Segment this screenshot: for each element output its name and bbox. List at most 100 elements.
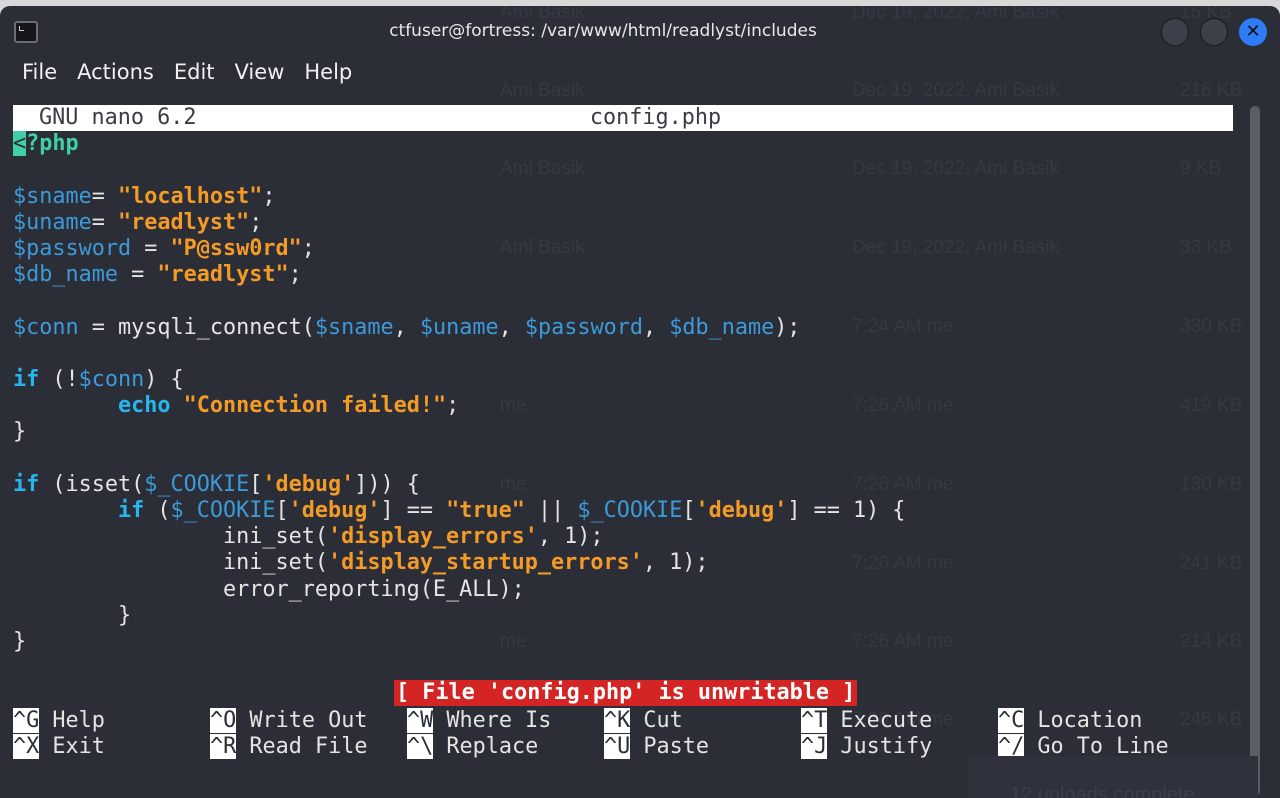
title-bar: ctfuser@fortress: /var/www/html/readlyst…: [0, 6, 1280, 56]
background-file-cell: Dec 19, 2022, Ami Basik: [852, 80, 1059, 101]
code-token: ;: [262, 183, 276, 209]
shortcut-label: Read File: [249, 733, 368, 759]
code-token: $conn: [13, 314, 79, 340]
code-token: =: [91, 183, 118, 209]
code-token: "readlyst": [118, 209, 250, 235]
scrollbar[interactable]: [1250, 106, 1260, 796]
code-token: $_COOKIE: [170, 498, 276, 523]
uploads-toast: 12 uploads complete: [968, 756, 1258, 798]
code-token: =: [117, 262, 158, 288]
code-token: "P@ssw0rd": [170, 236, 302, 261]
terminal-window: Ami Basik Dec 19, 2022, Ami Basik 15 KB Ami…: [0, 6, 1280, 798]
shortcut-label: Execute: [840, 707, 933, 733]
shortcut-where-is[interactable]: ^W Where Is: [407, 707, 552, 734]
code-line: echo "Connection failed!";: [13, 393, 459, 419]
code-token: echo: [117, 393, 171, 419]
code-line: $db_name = "readlyst";: [13, 262, 302, 288]
minimize-button[interactable]: [1161, 18, 1189, 46]
code-token: ,: [393, 314, 420, 340]
shortcut-label: Exit: [52, 733, 105, 759]
shortcut-justify[interactable]: ^J Justify: [801, 733, 933, 760]
shortcut-key: ^U: [604, 733, 631, 759]
code-token: }: [13, 602, 132, 628]
code-token: if: [13, 471, 40, 497]
background-file-cell: Ami Basik: [500, 80, 585, 101]
code-line: $sname= "localhost";: [13, 184, 275, 210]
shortcut-label: Replace: [446, 733, 539, 759]
shortcut-execute[interactable]: ^T Execute: [801, 707, 933, 734]
shortcut-help[interactable]: ^G Help: [13, 707, 105, 734]
shortcut-key: ^W: [407, 707, 434, 733]
shortcut-location[interactable]: ^C Location: [998, 707, 1142, 734]
shortcut-paste[interactable]: ^U Paste: [604, 733, 709, 760]
menu-bar: File Actions Edit View Help: [10, 60, 360, 84]
nano-header: GNU nano 6.2 config.php: [13, 105, 1233, 131]
code-token: ,: [642, 314, 670, 340]
code-token: "readlyst": [157, 262, 289, 288]
code-token: if: [117, 498, 145, 523]
shortcut-exit[interactable]: ^X Exit: [13, 733, 105, 760]
nano-filename: config.php: [589, 105, 722, 130]
code-token: $password: [524, 314, 643, 340]
shortcut-key: ^R: [210, 733, 237, 759]
shortcut-key: ^G: [13, 707, 40, 733]
code-token: $sname: [314, 314, 394, 340]
shortcut-label: Write Out: [249, 707, 368, 733]
shortcut-label: Help: [52, 707, 105, 733]
code-token: ?php: [26, 131, 79, 157]
code-token: ;: [301, 236, 315, 261]
code-line: ini_set('display_startup_errors', 1);: [13, 550, 709, 576]
shortcut-label: Cut: [643, 707, 683, 733]
shortcut-label: Paste: [643, 733, 709, 759]
code-token: (!: [39, 367, 79, 392]
shortcut-read-file[interactable]: ^R Read File: [210, 733, 368, 760]
code-token: $password: [13, 236, 132, 261]
shortcut-key: ^C: [998, 707, 1025, 733]
code-token: "localhost": [118, 183, 263, 209]
code-token: $conn: [78, 367, 145, 392]
menu-edit[interactable]: Edit: [174, 60, 215, 84]
code-token: if: [13, 367, 40, 392]
menu-view[interactable]: View: [235, 60, 285, 84]
code-token: <: [13, 131, 27, 157]
shortcut-label: Where Is: [446, 707, 552, 733]
code-line: if ($_COOKIE['debug'] == "true" || $_COO…: [13, 498, 905, 524]
code-token: ;: [446, 393, 460, 419]
code-token: [: [275, 498, 289, 523]
code-token: 'display_errors': [327, 524, 538, 550]
code-token: ini_set(: [13, 524, 328, 550]
code-line: if (isset($_COOKIE['debug'])) {: [13, 472, 420, 498]
code-token: 'debug': [288, 498, 381, 523]
code-token: 'debug': [695, 498, 788, 523]
nano-editor[interactable]: GNU nano 6.2 config.php <?php $sname= "lo…: [13, 105, 1243, 795]
close-button[interactable]: ✕: [1239, 18, 1267, 46]
shortcut-replace[interactable]: ^\ Replace: [407, 733, 539, 760]
code-token: $_COOKIE: [577, 498, 683, 523]
code-token: 'debug': [262, 471, 355, 497]
maximize-button[interactable]: [1200, 18, 1228, 46]
code-token: (isset(: [39, 471, 145, 497]
code-token: = mysqli_connect(: [78, 314, 315, 340]
code-token: $db_name: [13, 262, 118, 288]
shortcut-write-out[interactable]: ^O Write Out: [210, 707, 368, 734]
code-line: if (!$conn) {: [13, 367, 184, 393]
code-token: $_COOKIE: [144, 471, 250, 497]
code-token: );: [774, 314, 801, 340]
code-token: ,: [498, 314, 525, 340]
menu-actions[interactable]: Actions: [77, 60, 154, 84]
shortcut-key: ^K: [604, 707, 631, 733]
shortcut-key: ^O: [210, 707, 237, 733]
shortcut-cut[interactable]: ^K Cut: [604, 707, 683, 734]
menu-file[interactable]: File: [22, 60, 57, 84]
shortcut-key: ^X: [13, 733, 40, 759]
menu-help[interactable]: Help: [304, 60, 352, 84]
code-token: $sname: [13, 183, 92, 209]
code-token: }: [13, 629, 27, 654]
code-line: }: [13, 629, 26, 655]
code-token: ])) {: [354, 471, 420, 497]
shortcut-label: Justify: [840, 733, 933, 759]
code-token: error_reporting(E_ALL);: [13, 576, 525, 602]
code-line: error_reporting(E_ALL);: [13, 577, 525, 603]
